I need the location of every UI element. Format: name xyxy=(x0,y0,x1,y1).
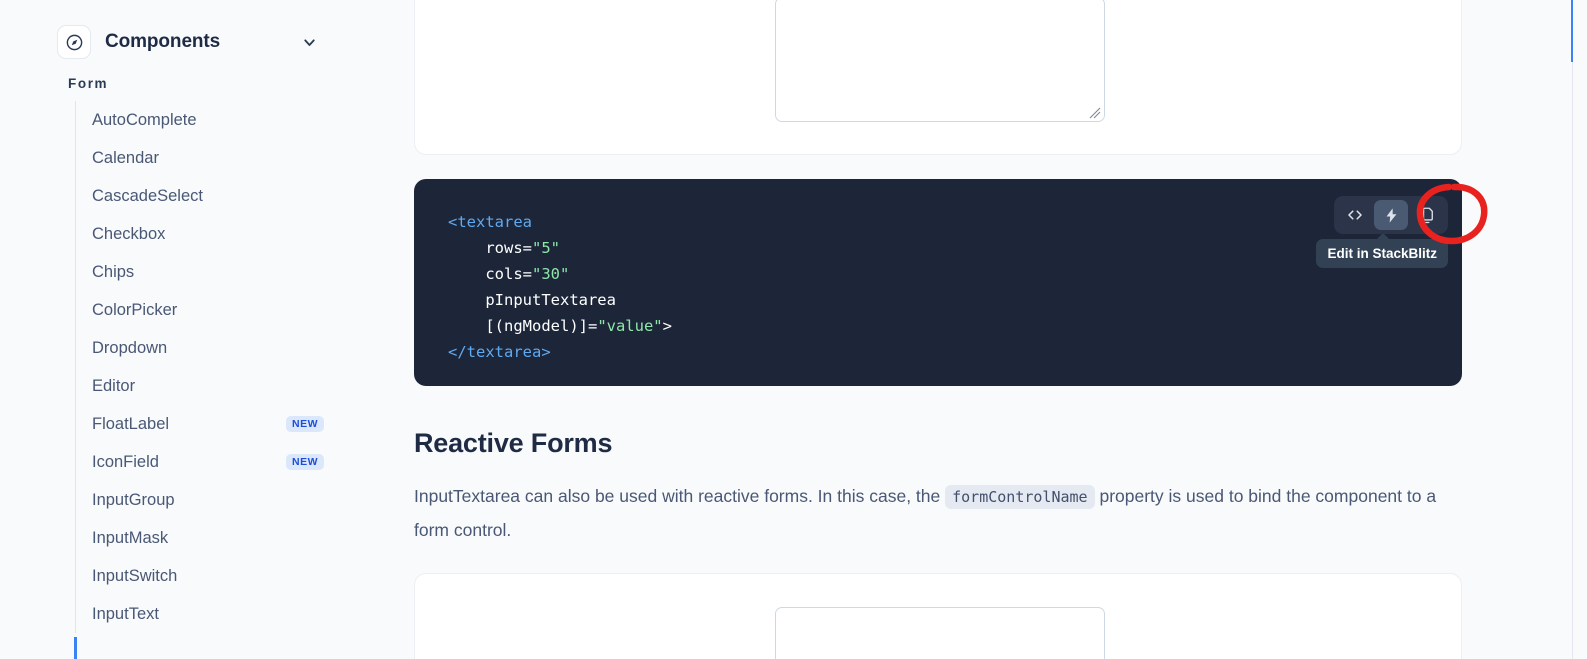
resize-handle-icon[interactable] xyxy=(1089,107,1101,119)
code-token-attr: [(ngModel)]= xyxy=(448,317,598,335)
code-token-tag: </textarea> xyxy=(448,343,551,361)
compass-icon xyxy=(57,25,91,59)
sidebar-item-label: FloatLabel xyxy=(92,414,170,433)
sidebar-item-label: AutoComplete xyxy=(92,110,197,129)
sidebar-item-inputgroup[interactable]: InputGroup xyxy=(76,481,348,519)
sidebar-item-autocomplete[interactable]: AutoComplete xyxy=(76,101,348,139)
toc-rail xyxy=(1572,0,1573,659)
sidebar-item-label: Checkbox xyxy=(92,224,166,243)
copy-code-button[interactable] xyxy=(1410,200,1444,230)
demo-card-reactive-forms xyxy=(414,573,1462,659)
code-token-attr: cols= xyxy=(448,265,532,283)
sidebar-item-badge: NEW xyxy=(286,453,324,471)
sidebar-item-inputmask[interactable]: InputMask xyxy=(76,519,348,557)
code-token-tag: <textarea xyxy=(448,213,532,231)
code-token-str: "5" xyxy=(532,239,560,257)
demo-textarea-input-reactive[interactable] xyxy=(775,607,1105,659)
sidebar-title: Components xyxy=(105,31,221,52)
sidebar-item-label: IconField xyxy=(92,452,159,471)
edit-in-stackblitz-button[interactable] xyxy=(1374,200,1408,230)
sidebar-item-iconfield[interactable]: IconField NEW xyxy=(76,443,348,481)
sidebar-item-label: CascadeSelect xyxy=(92,186,203,205)
paragraph-text-before: InputTextarea can also be used with reac… xyxy=(414,486,941,506)
sidebar-item-colorpicker[interactable]: ColorPicker xyxy=(76,291,348,329)
sidebar-item-label: Dropdown xyxy=(92,338,168,357)
code-toolbar xyxy=(1334,196,1448,234)
tooltip-arrow xyxy=(1376,233,1390,240)
section-heading: Reactive Forms xyxy=(414,428,613,458)
code-token-attr: rows= xyxy=(448,239,532,257)
code-token-attr: pInputTextarea xyxy=(448,291,616,309)
sidebar-section-label: Form xyxy=(68,76,109,91)
sidebar-item-dropdown[interactable]: Dropdown xyxy=(76,329,348,367)
sidebar-item-label: Editor xyxy=(92,376,136,395)
tooltip-label: Edit in StackBlitz xyxy=(1327,246,1437,261)
sidebar-item-floatlabel[interactable]: FloatLabel NEW xyxy=(76,405,348,443)
code-token-str: "value" xyxy=(597,317,663,335)
sidebar-item-label: InputMask xyxy=(92,528,169,547)
code-snippet: <textarea rows="5" cols="30" pInputTexta… xyxy=(414,179,1462,365)
inline-code-chip: formControlName xyxy=(945,485,1095,509)
code-token-punc: > xyxy=(662,317,672,335)
main-content: <textarea rows="5" cols="30" pInputTexta… xyxy=(348,0,1587,659)
chevron-down-icon[interactable] xyxy=(301,34,318,51)
sidebar-item-chips[interactable]: Chips xyxy=(76,253,348,291)
sidebar-item-label: InputSwitch xyxy=(92,566,178,585)
stackblitz-tooltip: Edit in StackBlitz xyxy=(1316,233,1448,268)
sidebar-item-label: Calendar xyxy=(92,148,159,167)
sidebar-item-label: InputText xyxy=(92,604,159,623)
sidebar-item-editor[interactable]: Editor xyxy=(76,367,348,405)
code-token-str: "30" xyxy=(532,265,570,283)
sidebar-active-indicator xyxy=(74,637,77,659)
documentation-page: Components Form AutoComplete Calendar Casc… xyxy=(0,0,1587,659)
toc-rail-active-indicator xyxy=(1570,0,1573,62)
sidebar-item-label: Chips xyxy=(92,262,135,281)
sidebar: Components Form AutoComplete Calendar Casc… xyxy=(0,0,348,659)
sidebar-item-checkbox[interactable]: Checkbox xyxy=(76,215,348,253)
sidebar-item-label: InputGroup xyxy=(92,490,175,509)
view-code-button[interactable] xyxy=(1338,200,1372,230)
sidebar-item-calendar[interactable]: Calendar xyxy=(76,139,348,177)
section-paragraph: InputTextarea can also be used with reac… xyxy=(414,480,1454,547)
sidebar-header[interactable]: Components xyxy=(0,0,348,62)
sidebar-item-badge: NEW xyxy=(286,415,324,433)
demo-textarea-input[interactable] xyxy=(775,0,1105,122)
sidebar-item-inputtext[interactable]: InputText xyxy=(76,595,348,633)
sidebar-item-cascadeselect[interactable]: CascadeSelect xyxy=(76,177,348,215)
sidebar-nav: AutoComplete Calendar CascadeSelect Checkbo… xyxy=(75,101,348,633)
demo-card-template-driven xyxy=(414,0,1462,155)
code-block: <textarea rows="5" cols="30" pInputTexta… xyxy=(414,179,1488,386)
sidebar-item-label: ColorPicker xyxy=(92,300,178,319)
sidebar-item-inputswitch[interactable]: InputSwitch xyxy=(76,557,348,595)
